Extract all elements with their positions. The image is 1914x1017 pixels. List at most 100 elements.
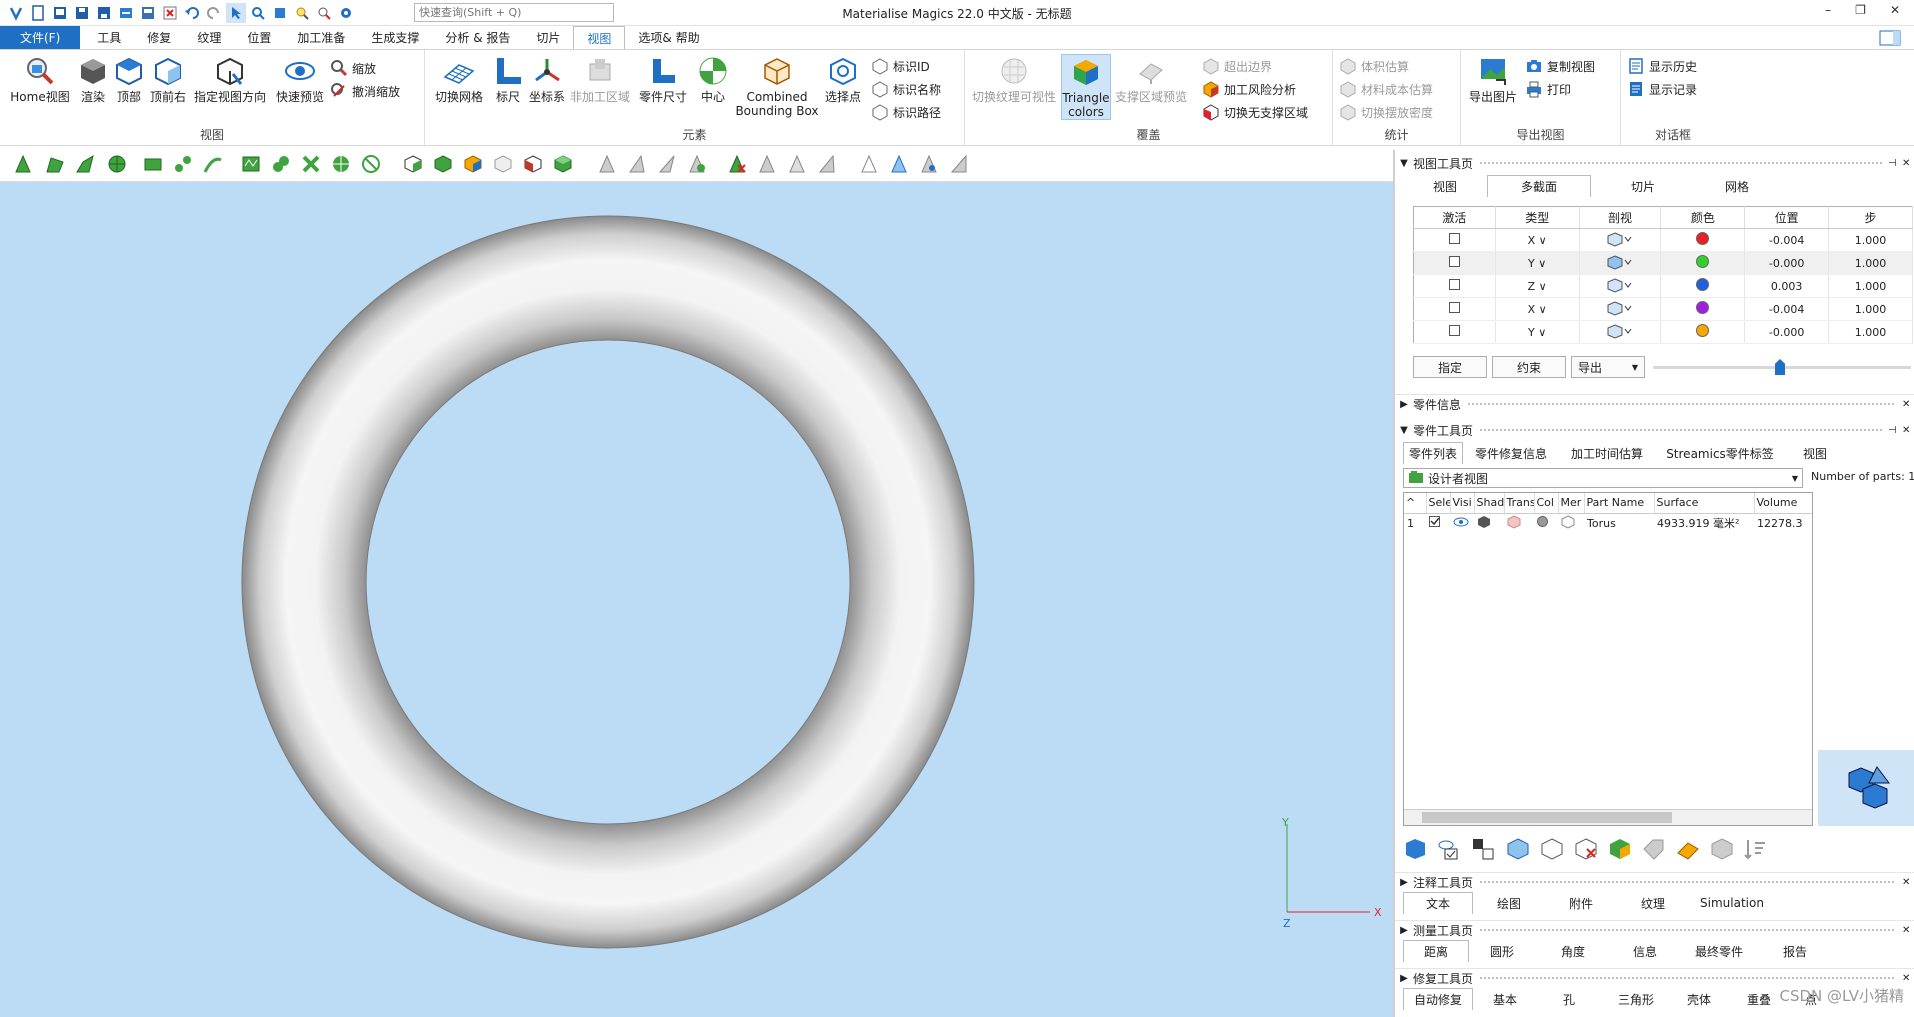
part-select-icon[interactable]	[400, 152, 426, 176]
tab-part-fix-info[interactable]: 零件修复信息	[1463, 442, 1559, 464]
part-dimensions-button[interactable]: 零件尺寸	[635, 54, 691, 104]
toggle-nesting-density-button[interactable]: 切换摆放密度	[1339, 102, 1433, 122]
build-risk-analysis-button[interactable]: 加工风险分析	[1202, 79, 1296, 99]
open-file-icon[interactable]	[50, 3, 70, 23]
tab-basic[interactable]: 基本	[1473, 988, 1537, 1010]
triangle-grey-5-icon[interactable]	[784, 152, 810, 176]
cube-2-icon[interactable]	[1539, 837, 1565, 864]
position-cell[interactable]: -0.004	[1744, 228, 1830, 252]
section-cube-icon[interactable]	[1579, 251, 1662, 275]
triangle-deselect-icon[interactable]	[724, 152, 750, 176]
table-row[interactable]: Z ∨ 0.003 1.000	[1413, 274, 1913, 298]
table-row[interactable]: Y ∨ -0.000 1.000	[1413, 320, 1913, 344]
expand-arrow-icon[interactable]: ▶	[1395, 877, 1413, 888]
triangle-extend-icon[interactable]	[684, 152, 710, 176]
grey-part-select-icon[interactable]	[490, 152, 516, 176]
shell-select-icon[interactable]	[104, 152, 130, 176]
position-cell[interactable]: -0.000	[1744, 320, 1830, 344]
tab-auto-fix[interactable]: 自动修复	[1403, 988, 1473, 1010]
coordinate-system-button[interactable]: 坐标系	[527, 54, 567, 104]
pin-icon[interactable]: ⊣	[1888, 425, 1902, 436]
home-view-button[interactable]: Home视图	[10, 54, 70, 104]
annotation-toolpage-header[interactable]: ▶ 注释工具页 ✕	[1395, 872, 1914, 892]
tab-text[interactable]: 文本	[1403, 892, 1473, 914]
measure-toolpage-header[interactable]: ▶ 测量工具页 ✕	[1395, 920, 1914, 940]
tab-slice[interactable]: 切片	[1591, 175, 1695, 197]
plane-select-icon[interactable]	[42, 152, 68, 176]
close-panel-icon[interactable]: ✕	[1902, 877, 1914, 888]
menu-position[interactable]: 位置	[234, 26, 284, 49]
triangle-invert-icon[interactable]	[916, 152, 942, 176]
collapse-arrow-icon[interactable]: ▼	[1395, 425, 1413, 436]
support-area-preview-button[interactable]: 支撑区域预览	[1115, 54, 1187, 104]
type-cell[interactable]: Y ∨	[1495, 320, 1580, 344]
save-icon[interactable]	[72, 3, 92, 23]
position-cell[interactable]: -0.000	[1744, 251, 1830, 275]
redo-icon[interactable]	[204, 3, 224, 23]
contour-select-icon[interactable]	[170, 152, 196, 176]
select-point-button[interactable]: 选择点	[821, 54, 865, 104]
section-cube-icon[interactable]	[1579, 297, 1662, 321]
view-toolpage-header[interactable]: ▼ 视图工具页 ⊣ ✕	[1395, 153, 1914, 173]
part-toolpage-header[interactable]: ▼ 零件工具页 ⊣ ✕	[1395, 420, 1914, 440]
zoom-icon[interactable]	[292, 3, 312, 23]
top-view-button[interactable]: 顶部	[112, 54, 146, 104]
triangle-outline-icon[interactable]	[856, 152, 882, 176]
section-cube-icon[interactable]	[1579, 320, 1662, 344]
col-volume[interactable]: Volume	[1754, 493, 1812, 514]
close-window-button[interactable]: ✕	[1890, 3, 1900, 17]
triangle-clear-icon[interactable]	[946, 152, 972, 176]
menu-build-prep[interactable]: 加工准备	[284, 26, 358, 49]
label-name-button[interactable]: 标识名称	[871, 79, 941, 99]
menu-file[interactable]: 文件(F)	[0, 26, 81, 49]
app-logo-icon[interactable]	[6, 3, 26, 23]
active-checkbox[interactable]	[1448, 279, 1460, 290]
table-row[interactable]: X ∨ -0.004 1.000	[1413, 228, 1913, 252]
col-visible[interactable]: Visi	[1450, 493, 1475, 514]
export-image-button[interactable]: 导出图片	[1467, 54, 1519, 104]
new-file-icon[interactable]	[28, 3, 48, 23]
cube-1-icon[interactable]	[1505, 837, 1531, 864]
part-info-header[interactable]: ▶ 零件信息 ✕	[1395, 394, 1914, 414]
col-merge[interactable]: Mer	[1558, 493, 1585, 514]
fill-select-icon[interactable]	[268, 152, 294, 176]
close-panel-icon[interactable]: ✕	[1902, 973, 1914, 984]
toggle-texture-visibility-button[interactable]: 切换纹理可视性	[971, 54, 1057, 104]
tab-texture[interactable]: 纹理	[1617, 892, 1689, 914]
slider-thumb[interactable]	[1775, 359, 1785, 375]
surface-select-icon[interactable]	[72, 152, 98, 176]
rectangle-select-icon[interactable]	[140, 152, 166, 176]
type-cell[interactable]: X ∨	[1495, 297, 1580, 321]
step-cell[interactable]: 1.000	[1828, 320, 1913, 344]
colored-part-select-icon[interactable]	[460, 152, 486, 176]
tab-drawing[interactable]: 绘图	[1473, 892, 1545, 914]
tab-build-time[interactable]: 加工时间估算	[1559, 442, 1655, 464]
step-cell[interactable]: 1.000	[1828, 251, 1913, 275]
non-build-area-button[interactable]: 非加工区域	[567, 54, 633, 104]
export-dropdown[interactable]: 导出 ▼	[1571, 356, 1645, 378]
label-path-button[interactable]: 标识路径	[871, 102, 941, 122]
expand-arrow-icon[interactable]: ▶	[1395, 399, 1413, 410]
table-row[interactable]: 1 Torus 4933.919 毫米² 12278.3	[1404, 513, 1812, 533]
active-checkbox[interactable]	[1448, 256, 1460, 267]
check-toggle-icon[interactable]	[1471, 837, 1497, 864]
tab-streamics-labels[interactable]: Streamics零件标签	[1655, 442, 1785, 464]
close-file-icon[interactable]	[160, 3, 180, 23]
sort-icon[interactable]	[1743, 837, 1769, 864]
select-checkbox[interactable]	[1429, 516, 1440, 528]
cone-select-icon[interactable]	[358, 152, 384, 176]
maximize-button[interactable]: ❐	[1855, 3, 1866, 17]
col-part-name[interactable]: Part Name	[1584, 493, 1655, 514]
menu-texture[interactable]: 纹理	[184, 26, 234, 49]
grey-triangle-3-icon[interactable]	[654, 152, 680, 176]
3d-viewport[interactable]: Y Z X	[0, 182, 1393, 1017]
select-mode-icon[interactable]	[226, 3, 246, 23]
pin-icon[interactable]: ⊣	[1888, 158, 1902, 169]
expand-arrow-icon[interactable]: ▶	[1395, 973, 1413, 984]
shaded-cube-icon[interactable]	[1474, 513, 1504, 533]
triangle-colors-button[interactable]: Triangle colors	[1061, 54, 1111, 120]
menu-fix[interactable]: 修复	[134, 26, 184, 49]
undo-icon[interactable]	[182, 3, 202, 23]
print-button[interactable]: 打印	[1525, 79, 1571, 99]
delete-part-icon[interactable]	[1573, 837, 1599, 864]
